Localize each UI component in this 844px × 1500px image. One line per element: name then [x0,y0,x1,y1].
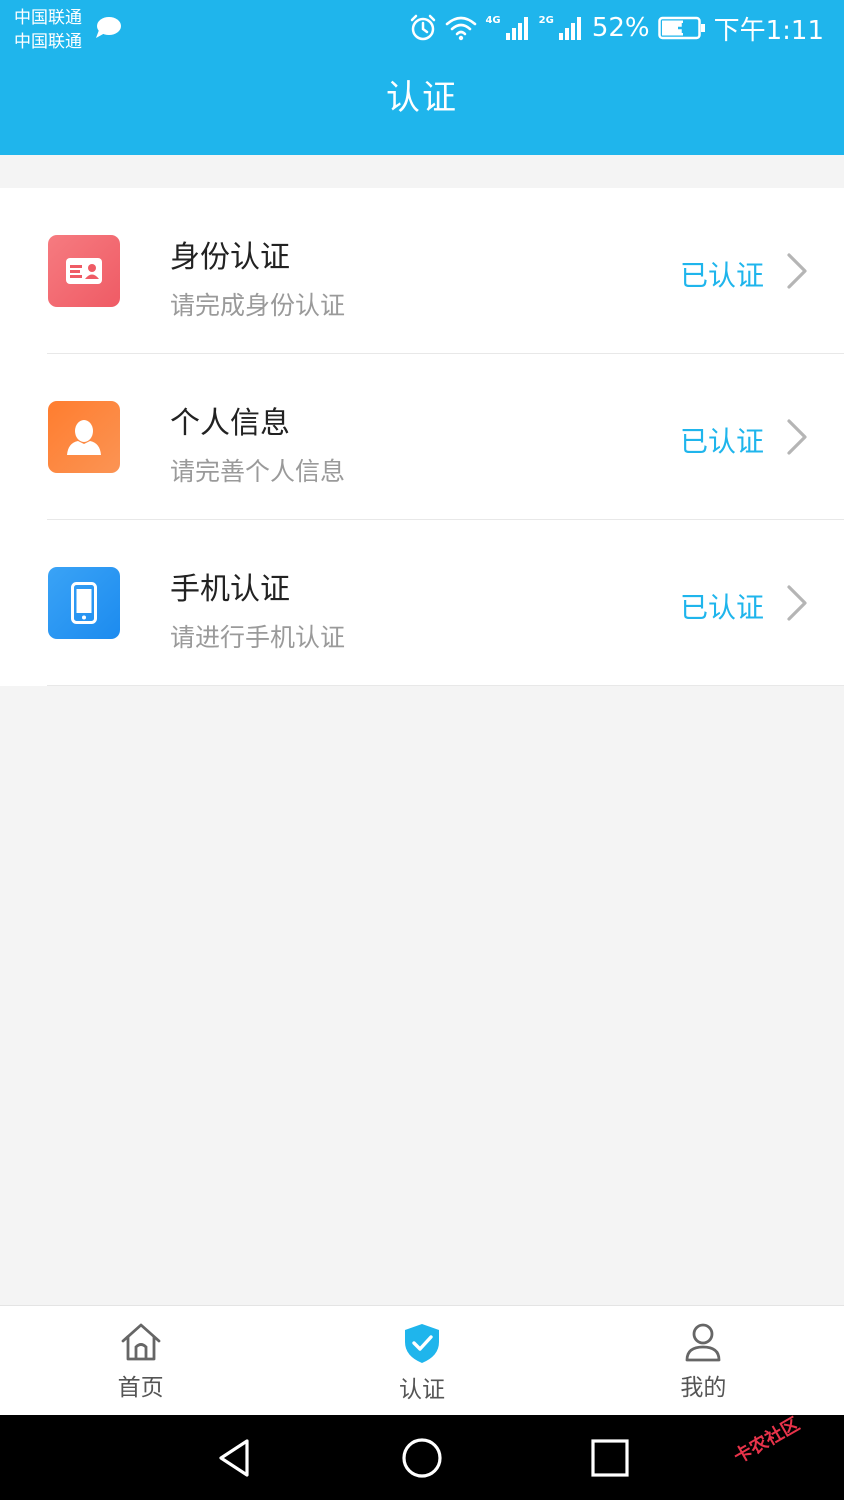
chevron-right-icon [787,419,807,455]
tab-mine[interactable]: 我的 [563,1306,844,1415]
battery-percent: 52% [591,13,650,43]
carrier-2: 中国联通 [14,32,82,52]
item-title: 个人信息 [170,406,290,441]
signal-icon-1 [505,17,528,40]
phone-icon [48,567,120,639]
tab-home-label: 首页 [117,1375,164,1401]
person-icon [48,401,120,473]
list-item-id-verification[interactable]: 身份认证 请完成身份认证 已认证 [0,188,844,354]
carrier-names: 中国联通 中国联通 [14,6,82,54]
item-subtitle: 请完成身份认证 [170,291,346,320]
top-bar: 中国联通 中国联通 4G 2G 52% 下午1:11 认证 [0,0,844,155]
alarm-icon [411,14,436,41]
item-subtitle: 请完善个人信息 [170,457,346,486]
list-item-phone-verification[interactable]: 手机认证 请进行手机认证 已认证 [0,520,844,686]
tab-verify[interactable]: 认证 [281,1306,562,1415]
signal-icon-2 [558,17,581,40]
page-title: 认证 [386,78,458,118]
id-card-icon [48,235,120,307]
status-badge: 已认证 [679,591,764,624]
list-item-personal-info[interactable]: 个人信息 请完善个人信息 已认证 [0,354,844,520]
shield-check-icon [404,1324,439,1363]
home-circle-icon[interactable] [401,1437,443,1479]
user-icon [685,1323,721,1362]
item-title: 手机认证 [170,572,290,607]
back-triangle-icon[interactable] [213,1437,255,1479]
status-bar: 中国联通 中国联通 4G 2G 52% 下午1:11 [0,0,844,56]
battery-charging-icon [657,16,705,40]
tab-mine-label: 我的 [680,1375,727,1401]
status-badge: 已认证 [679,259,764,292]
item-subtitle: 请进行手机认证 [170,623,346,652]
message-bubble-icon [96,17,121,38]
item-title: 身份认证 [170,240,290,275]
recents-square-icon[interactable] [589,1437,631,1479]
network-type-1: 4G [485,14,501,26]
chevron-right-icon [787,585,807,621]
verification-list: 身份认证 请完成身份认证 已认证 个人信息 请完善个人信息 已认证 手机认证 请… [0,188,844,686]
status-icons: 4G 2G 52% 下午1:11 [409,10,824,46]
carrier-1: 中国联通 [14,8,82,28]
system-nav-bar [0,1415,844,1500]
divider [47,685,844,686]
tab-home[interactable]: 首页 [0,1306,281,1415]
network-type-2: 2G [538,14,554,26]
bottom-tab-bar: 首页 认证 我的 [0,1305,844,1415]
wifi-icon [446,16,477,41]
tab-verify-label: 认证 [398,1377,445,1403]
home-icon [121,1323,161,1361]
chevron-right-icon [787,253,807,289]
status-badge: 已认证 [679,425,764,458]
status-time: 下午1:11 [713,15,824,46]
